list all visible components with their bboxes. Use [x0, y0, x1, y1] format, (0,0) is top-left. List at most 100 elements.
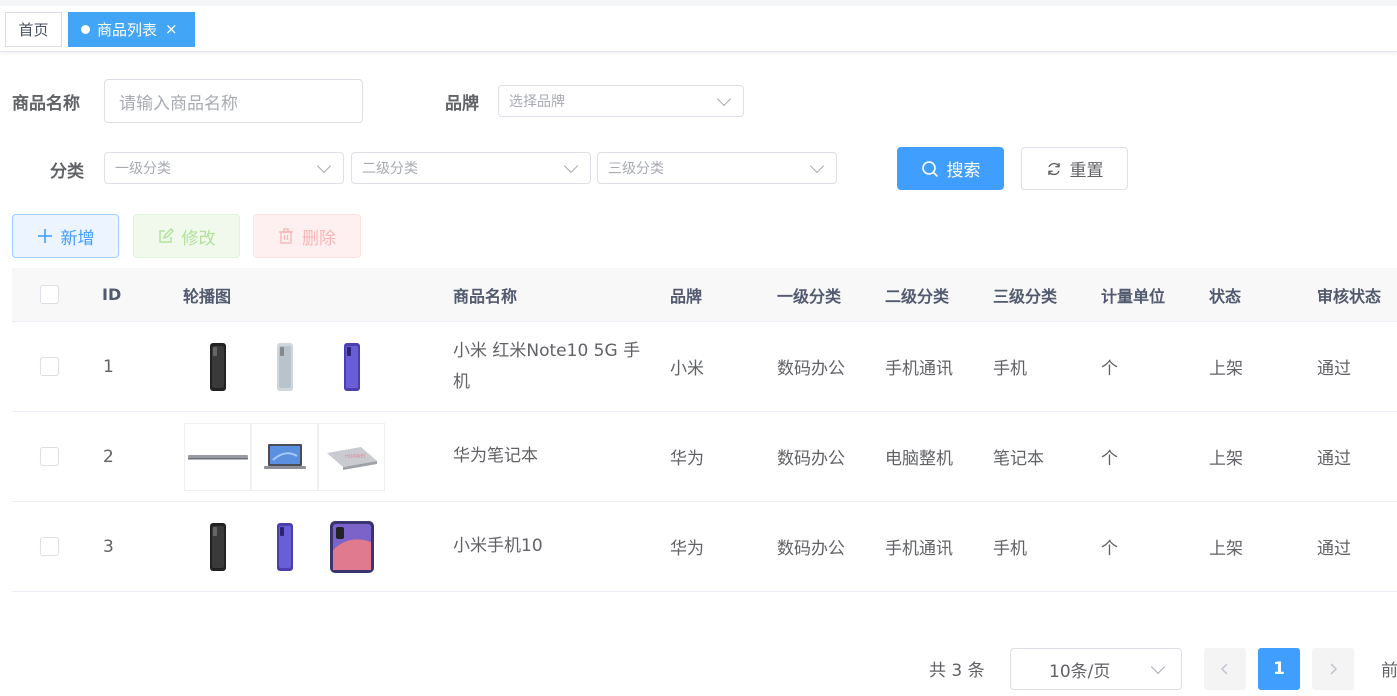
row-audit: 通过: [1317, 539, 1351, 559]
close-icon[interactable]: ×: [165, 22, 178, 37]
add-button[interactable]: 新增: [12, 214, 119, 258]
product-image[interactable]: [251, 333, 318, 401]
category-level2-select[interactable]: 二级分类: [351, 152, 591, 184]
row-checkbox-cell: [40, 322, 59, 411]
row-images: [184, 322, 385, 411]
header-unit: 计量单位: [1101, 286, 1166, 306]
header-name: 商品名称: [453, 286, 518, 306]
row-images: [184, 502, 385, 591]
row-id: 1: [103, 356, 114, 377]
row-brand: 华为: [670, 449, 704, 469]
brand-select[interactable]: 选择品牌: [498, 85, 744, 117]
header-category2: 二级分类: [885, 286, 950, 306]
pagination-goto-label: 前: [1381, 661, 1397, 681]
table-header: ID 轮播图 商品名称 品牌 一级分类 二级分类 三级分类 计量单位 状态 审核…: [12, 268, 1397, 322]
row-id: 2: [103, 446, 114, 467]
row-brand: 小米: [670, 359, 704, 379]
page-size-value: 10条/页: [1049, 661, 1111, 682]
row-category2: 手机通讯: [885, 539, 953, 559]
product-image[interactable]: [184, 513, 251, 581]
edit-icon: [158, 228, 174, 243]
chevron-down-icon: [1150, 659, 1166, 674]
row-category3: 手机: [993, 539, 1027, 559]
row-category1: 数码办公: [777, 449, 845, 469]
product-name-label: 商品名称: [12, 94, 80, 114]
row-checkbox[interactable]: [40, 447, 59, 466]
product-name-input[interactable]: 请输入商品名称: [104, 79, 363, 123]
brand-placeholder: 选择品牌: [509, 94, 565, 110]
row-category3: 手机: [993, 359, 1027, 379]
plus-icon: [37, 229, 52, 243]
product-image[interactable]: HUAWEI: [318, 422, 385, 491]
tab-home[interactable]: 首页: [5, 12, 62, 47]
pagination-total: 共 3 条: [929, 661, 985, 681]
category-level3-select[interactable]: 三级分类: [597, 152, 837, 184]
row-unit: 个: [1101, 449, 1118, 469]
tabs-bar: 首页 商品列表 ×: [0, 0, 1397, 52]
row-images: HUAWEI: [184, 412, 385, 501]
row-category1: 数码办公: [777, 539, 845, 559]
reset-button-label: 重置: [1069, 161, 1104, 181]
category-level1-select[interactable]: 一级分类: [104, 152, 344, 184]
row-category1: 数码办公: [777, 359, 845, 379]
header-id: ID: [102, 285, 122, 304]
page-size-select[interactable]: 10条/页: [1010, 648, 1182, 690]
chevron-left-icon: [1220, 663, 1228, 675]
product-image[interactable]: [318, 513, 385, 581]
row-category2: 电脑整机: [885, 449, 953, 469]
next-page-button[interactable]: [1312, 648, 1354, 690]
row-unit: 个: [1101, 359, 1118, 379]
category-level1-placeholder: 一级分类: [115, 161, 171, 177]
row-category3: 笔记本: [993, 449, 1044, 469]
header-brand: 品牌: [670, 286, 703, 306]
row-brand: 华为: [670, 539, 704, 559]
edit-button-label: 修改: [181, 228, 216, 249]
tab-home-label: 首页: [18, 21, 49, 39]
brand-label: 品牌: [445, 94, 479, 114]
add-button-label: 新增: [60, 228, 95, 249]
product-table: ID 轮播图 商品名称 品牌 一级分类 二级分类 三级分类 计量单位 状态 审核…: [12, 268, 1397, 592]
chevron-down-icon: [716, 91, 732, 106]
product-name-placeholder: 请输入商品名称: [119, 93, 238, 114]
search-icon: [921, 160, 938, 177]
page-number-button[interactable]: 1: [1258, 648, 1300, 690]
chevron-right-icon: [1330, 663, 1338, 675]
header-status: 状态: [1209, 286, 1242, 306]
row-audit: 通过: [1317, 359, 1351, 379]
select-all-cell: [40, 268, 59, 321]
row-checkbox-cell: [40, 412, 59, 501]
row-name: 小米 红米Note10 5G 手机: [453, 340, 641, 392]
row-status: 上架: [1209, 449, 1243, 469]
product-image[interactable]: [184, 422, 251, 491]
chevron-down-icon: [809, 158, 825, 173]
category-level3-placeholder: 三级分类: [608, 161, 664, 177]
product-image[interactable]: [251, 513, 318, 581]
table-row[interactable]: 3 小米手机10 华为 数码办公 手机通讯 手机 个 上架 通过: [12, 502, 1397, 592]
search-button-label: 搜索: [946, 161, 981, 181]
header-images: 轮播图: [183, 286, 232, 306]
search-button[interactable]: 搜索: [897, 147, 1004, 190]
row-audit: 通过: [1317, 449, 1351, 469]
header-category1: 一级分类: [777, 286, 842, 306]
delete-button[interactable]: 删除: [253, 214, 361, 258]
edit-button[interactable]: 修改: [133, 214, 240, 258]
product-image[interactable]: [184, 333, 251, 401]
row-unit: 个: [1101, 539, 1118, 559]
row-status: 上架: [1209, 539, 1243, 559]
chevron-down-icon: [563, 158, 579, 173]
product-image[interactable]: [318, 333, 385, 401]
table-row[interactable]: 2 HUAWEI 华为笔记本 华为 数码办公 电脑整机 笔记本 个 上架 通过: [12, 412, 1397, 502]
category-level2-placeholder: 二级分类: [362, 161, 418, 177]
row-checkbox[interactable]: [40, 537, 59, 556]
row-checkbox[interactable]: [40, 357, 59, 376]
header-category3: 三级分类: [993, 286, 1058, 306]
table-row[interactable]: 1 小米 红米Note10 5G 手机 小米 数码办公 手机通讯 手机 个 上架…: [12, 322, 1397, 412]
header-audit: 审核状态: [1317, 286, 1382, 306]
prev-page-button[interactable]: [1204, 648, 1246, 690]
reset-button[interactable]: 重置: [1021, 147, 1128, 190]
tab-product-list[interactable]: 商品列表 ×: [68, 12, 195, 47]
category-label: 分类: [50, 162, 84, 182]
select-all-checkbox[interactable]: [40, 285, 59, 304]
product-image[interactable]: [251, 422, 318, 491]
svg-text:HUAWEI: HUAWEI: [345, 454, 365, 460]
